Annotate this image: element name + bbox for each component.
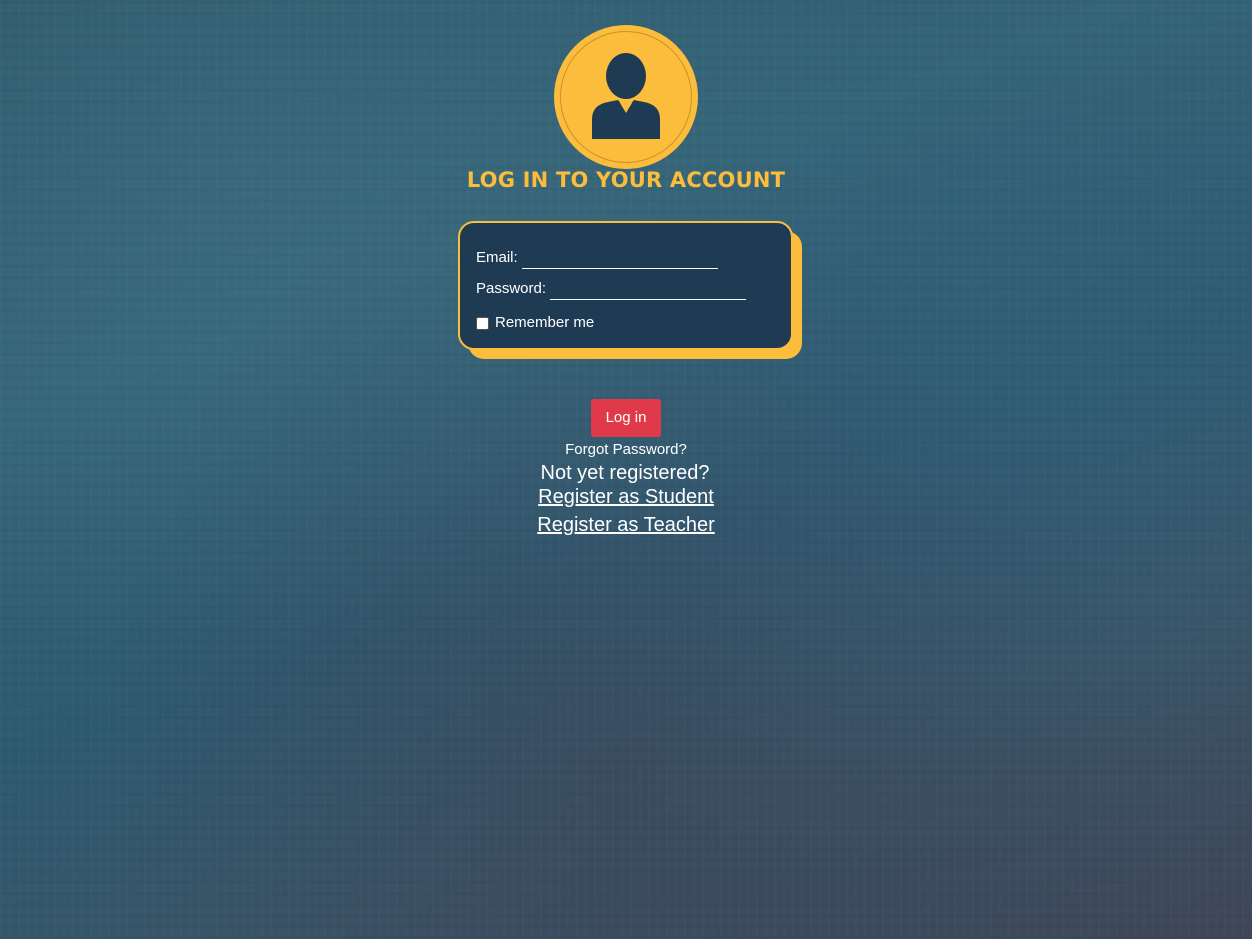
login-button[interactable]: Log in (591, 399, 661, 437)
login-form: Email: Password: Remember me (458, 221, 793, 350)
password-label: Password: (476, 280, 547, 297)
not-registered-text: Not yet registered? (540, 462, 710, 484)
person-silhouette-icon (592, 53, 660, 139)
register-teacher-link[interactable]: Register as Teacher (0, 514, 1252, 537)
user-avatar-icon (554, 25, 698, 169)
remember-me-label[interactable]: Remember me (495, 314, 594, 331)
email-label: Email: (476, 249, 518, 266)
password-field[interactable] (550, 276, 746, 300)
forgot-password-link[interactable]: Forgot Password? (0, 441, 1252, 458)
remember-me-checkbox[interactable] (476, 317, 489, 330)
email-field[interactable] (522, 245, 718, 269)
register-student-link[interactable]: Register as Student (0, 486, 1252, 509)
page-title: LOG IN TO YOUR ACCOUNT (466, 168, 786, 192)
